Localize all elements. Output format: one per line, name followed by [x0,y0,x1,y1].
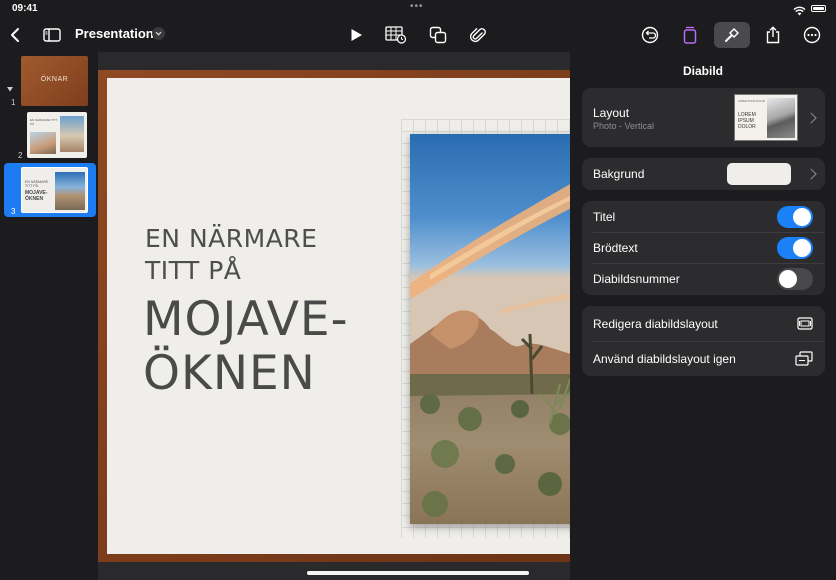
slide-navigator: 1 ÖKNAR 2 EN NÄRMARE TITT PÅ 3 EN NÄRMAR… [0,52,98,580]
edit-slide-layout-button[interactable]: Redigera diabildslayout [582,306,825,341]
table-icon[interactable] [383,22,409,48]
slide-number: 3 [11,207,16,216]
heading-line-1: EN NÄRMARE [145,224,318,253]
slide-frame: EN NÄRMARE TITT PÅ MOJAVE- ÖKNEN [98,70,579,562]
thumb-heading: EN NÄRMARE TITT PÅ [30,118,58,126]
body-toggle[interactable] [777,237,813,259]
background-label: Bakgrund [593,167,645,181]
slide-number-toggle[interactable] [777,268,813,290]
layout-actions: Redigera diabildslayout Använd diabildsl… [582,306,825,376]
status-bar: 09:41 ••• [0,0,836,18]
toggle-label: Brödtext [593,241,638,255]
chevron-right-icon [805,168,817,180]
background-row[interactable]: Bakgrund [582,158,825,190]
share-icon[interactable] [760,22,786,48]
heading-line-2: TITT PÅ [145,256,242,285]
slide-thumbnail-1[interactable]: ÖKNAR [21,56,88,106]
layout-row[interactable]: Layout Photo - Vertical LOREM IPSUM DOLO… [582,88,825,147]
inspector-title: Diabild [682,64,723,78]
layout-value: Photo - Vertical [593,121,655,131]
play-icon[interactable] [343,22,369,48]
trash-icon[interactable] [677,22,703,48]
toggle-row-title: Titel [582,201,825,232]
title-toggle[interactable] [777,206,813,228]
slide-canvas: EN NÄRMARE TITT PÅ MOJAVE- ÖKNEN [98,52,579,580]
dropdown-chevron-icon[interactable] [152,27,165,40]
thumb-title: MOJAVE-ÖKNEN [25,190,48,202]
slide-thumbnail-3[interactable]: EN NÄRMARE TITT PÅ MOJAVE-ÖKNEN [21,167,88,213]
chevron-right-icon [805,112,817,124]
thumb-title: ÖKNAR [40,76,69,83]
toggle-row-body: Brödtext [582,232,825,263]
reapply-slide-layout-button[interactable]: Använd diabildslayout igen [582,341,825,376]
slide-heading[interactable]: EN NÄRMARE TITT PÅ [145,223,317,287]
thumb-photo [60,116,84,152]
shapes-icon[interactable] [425,22,451,48]
layout-thumbnail: LOREM IPSUM DOLOR LOREM IPSUM DOLOR [734,94,798,141]
background-swatch [727,163,791,185]
toggle-label: Titel [593,210,616,224]
desert-photo[interactable] [410,134,579,524]
reapply-layout-icon [795,351,813,371]
thumb-heading: EN NÄRMARE TITT PÅ [25,180,49,188]
status-time: 09:41 [12,3,38,14]
thumb-photo [55,172,85,210]
edit-layout-label: Redigera diabildslayout [593,317,718,331]
edit-layout-icon [797,317,813,335]
slide-number: 1 [11,98,16,107]
format-inspector: Diabild Layout Photo - Vertical LOREM IP… [570,52,836,580]
thumb-photo-small [30,132,56,154]
home-indicator[interactable] [307,571,529,575]
format-brush-icon[interactable] [714,22,750,48]
slide-thumbnail-2[interactable]: EN NÄRMARE TITT PÅ [27,112,87,158]
toolbar: Presentation [0,18,836,52]
reapply-layout-label: Använd diabildslayout igen [593,352,736,366]
toggle-label: Diabildsnummer [593,272,680,286]
layout-thumb-small: LOREM IPSUM DOLOR [738,100,766,103]
layout-label: Layout [593,106,630,120]
sidebar-toggle-icon[interactable] [39,22,65,48]
multitasking-dots[interactable]: ••• [410,1,424,12]
visibility-toggles: Titel Brödtext Diabildsnummer [582,201,825,295]
slide-number: 2 [18,151,23,160]
back-chevron-icon[interactable] [2,22,28,48]
battery-icon [811,5,826,12]
disclosure-triangle-icon[interactable] [7,79,13,97]
toggle-row-slide-number: Diabildsnummer [582,263,825,295]
more-icon[interactable] [799,22,825,48]
title-line-1: MOJAVE- [143,292,349,347]
document-title[interactable]: Presentation [75,26,154,41]
attachment-icon[interactable] [465,22,491,48]
layout-thumb-photo [767,98,795,138]
layout-thumb-text: LOREM IPSUM DOLOR [738,112,756,130]
title-line-2: ÖKNEN [143,346,316,401]
slide-title[interactable]: MOJAVE- ÖKNEN [143,293,349,401]
slide[interactable]: EN NÄRMARE TITT PÅ MOJAVE- ÖKNEN [107,78,579,554]
undo-icon[interactable] [637,22,663,48]
